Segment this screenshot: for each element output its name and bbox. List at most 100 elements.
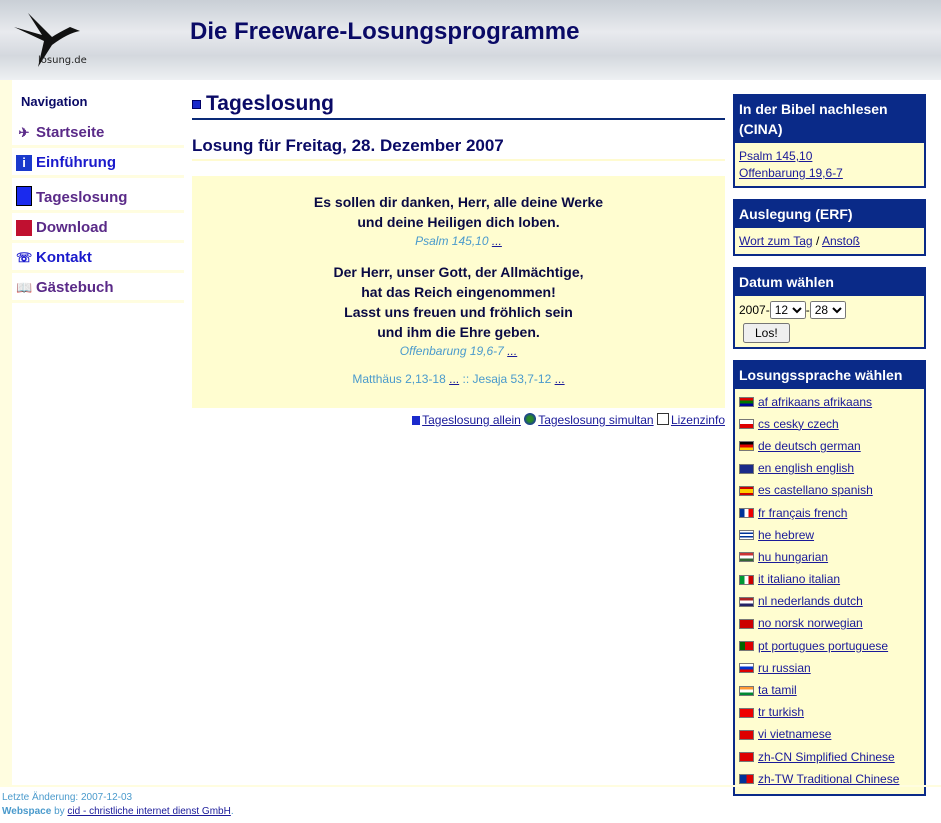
- by-text: by: [54, 806, 65, 817]
- language-item[interactable]: tr turkish: [739, 702, 920, 724]
- site-title: Die Freeware-Losungsprogramme: [190, 18, 580, 45]
- language-link[interactable]: fr français french: [758, 505, 847, 522]
- more-link[interactable]: ...: [492, 234, 502, 248]
- bible-link[interactable]: Psalm 145,10: [739, 149, 812, 163]
- nav-startseite[interactable]: ✈ Startseite: [12, 118, 184, 148]
- page-title-text: Tageslosung: [206, 92, 334, 115]
- webspace-label: Webspace: [2, 806, 52, 817]
- last-changed: Letzte Änderung: 2007-12-03: [2, 792, 133, 803]
- language-link[interactable]: he hebrew: [758, 527, 814, 544]
- more-link[interactable]: ...: [507, 344, 517, 358]
- language-link[interactable]: en english english: [758, 460, 854, 477]
- language-link[interactable]: it italiano italian: [758, 571, 840, 588]
- language-link[interactable]: hu hungarian: [758, 549, 828, 566]
- contact-icon: ☏: [16, 250, 33, 265]
- readings: Matthäus 2,13-18 ... :: Jesaja 53,7-12 .…: [352, 372, 565, 386]
- flag-pt-icon: [739, 641, 754, 652]
- more-link[interactable]: ...: [555, 372, 565, 386]
- logo-text: losung.de: [38, 55, 87, 66]
- language-item[interactable]: ta tamil: [739, 679, 920, 701]
- flag-de-icon: [739, 441, 754, 452]
- language-item[interactable]: cs cesky czech: [739, 413, 920, 435]
- lizenzinfo-link[interactable]: Lizenzinfo: [671, 413, 725, 427]
- language-item[interactable]: zh-CN Simplified Chinese: [739, 746, 920, 768]
- date-box: Datum wählen 2007- 12-28 Los!: [733, 267, 926, 349]
- language-link[interactable]: pt portugues portuguese: [758, 638, 888, 655]
- page-title: Tageslosung: [192, 92, 725, 120]
- language-item[interactable]: af afrikaans afrikaans: [739, 391, 920, 413]
- anstoss-link[interactable]: Anstoß: [822, 234, 860, 248]
- lehrtext-reference: Offenbarung 19,6-7 ...: [399, 344, 518, 358]
- language-link[interactable]: cs cesky czech: [758, 416, 839, 433]
- los-button[interactable]: Los!: [743, 323, 790, 343]
- tageslosung-simultan-link[interactable]: Tageslosung simultan: [538, 413, 653, 427]
- losung-reference: Psalm 145,10 ...: [415, 234, 502, 248]
- flag-tw-icon: [739, 774, 754, 785]
- language-box: Losungssprache wählen af afrikaans afrik…: [733, 360, 926, 797]
- flag-gb-icon: [739, 463, 754, 474]
- language-item[interactable]: de deutsch german: [739, 435, 920, 457]
- nav-download[interactable]: Download: [12, 213, 184, 243]
- month-select[interactable]: 12: [769, 301, 806, 319]
- bottom-links: Tageslosung allein Tageslosung simultan …: [192, 413, 725, 427]
- nav-gaestebuch[interactable]: 📖 Gästebuch: [12, 273, 184, 303]
- flag-ru-icon: [739, 663, 754, 674]
- flag-nl-icon: [739, 596, 754, 607]
- flag-no-icon: [739, 618, 754, 629]
- language-item[interactable]: vi vietnamese: [739, 724, 920, 746]
- language-item[interactable]: fr français french: [739, 502, 920, 524]
- day-select[interactable]: 28: [809, 301, 846, 319]
- bible-link[interactable]: Offenbarung 19,6-7: [739, 166, 843, 180]
- main-content: Tageslosung Losung für Freitag, 28. Deze…: [192, 92, 725, 427]
- document-icon: [656, 413, 669, 425]
- separator: /: [815, 234, 820, 248]
- language-link[interactable]: es castellano spanish: [758, 482, 873, 499]
- flag-vn-icon: [739, 729, 754, 740]
- language-link[interactable]: ta tamil: [758, 682, 797, 699]
- language-link[interactable]: de deutsch german: [758, 438, 861, 455]
- language-link[interactable]: nl nederlands dutch: [758, 593, 863, 610]
- provider-link[interactable]: cid - christliche internet dienst GmbH: [67, 806, 230, 817]
- erf-box: Auslegung (ERF) Wort zum Tag / Anstoß: [733, 199, 926, 256]
- language-link[interactable]: zh-CN Simplified Chinese: [758, 749, 895, 766]
- language-item[interactable]: no norsk norwegian: [739, 613, 920, 635]
- language-item[interactable]: ru russian: [739, 657, 920, 679]
- nav-label: Einführung: [36, 154, 116, 171]
- language-item[interactable]: es castellano spanish: [739, 480, 920, 502]
- flag-hu-icon: [739, 552, 754, 563]
- language-link[interactable]: no norsk norwegian: [758, 615, 863, 632]
- losung-box: Es sollen dir danken, Herr, alle deine W…: [192, 176, 725, 408]
- language-link[interactable]: ru russian: [758, 660, 811, 677]
- right-sidebar: In der Bibel nachlesen (CINA) Psalm 145,…: [733, 94, 926, 807]
- losung-date-heading: Losung für Freitag, 28. Dezember 2007: [192, 136, 725, 161]
- more-link[interactable]: ...: [449, 372, 459, 386]
- flag-it-icon: [739, 574, 754, 585]
- language-link[interactable]: tr turkish: [758, 704, 804, 721]
- bible-box: In der Bibel nachlesen (CINA) Psalm 145,…: [733, 94, 926, 188]
- nav-label: Gästebuch: [36, 279, 114, 296]
- language-item[interactable]: en english english: [739, 458, 920, 480]
- wort-zum-tag-link[interactable]: Wort zum Tag: [739, 234, 813, 248]
- language-item[interactable]: it italiano italian: [739, 569, 920, 591]
- nav-einfuehrung[interactable]: i Einführung: [12, 148, 184, 178]
- language-link[interactable]: af afrikaans afrikaans: [758, 394, 872, 411]
- erf-box-title: Auslegung (ERF): [735, 201, 924, 228]
- language-item[interactable]: nl nederlands dutch: [739, 591, 920, 613]
- language-item[interactable]: he hebrew: [739, 524, 920, 546]
- flag-es-icon: [739, 485, 754, 496]
- nav-label: Tageslosung: [36, 189, 128, 206]
- language-item[interactable]: pt portugues portuguese: [739, 635, 920, 657]
- year-label: 2007-: [739, 303, 770, 317]
- language-link[interactable]: vi vietnamese: [758, 726, 831, 743]
- nav-tageslosung[interactable]: Tageslosung: [12, 178, 184, 213]
- info-icon: i: [16, 155, 32, 171]
- date-box-title: Datum wählen: [735, 269, 924, 296]
- tageslosung-allein-link[interactable]: Tageslosung allein: [422, 413, 521, 427]
- book-icon: [412, 416, 421, 425]
- language-item[interactable]: hu hungarian: [739, 546, 920, 568]
- flag-cz-icon: [739, 419, 754, 430]
- flag-cn-icon: [739, 752, 754, 763]
- bird-icon: ✈: [18, 125, 30, 140]
- dot: .: [230, 806, 234, 817]
- nav-kontakt[interactable]: ☏ Kontakt: [12, 243, 184, 273]
